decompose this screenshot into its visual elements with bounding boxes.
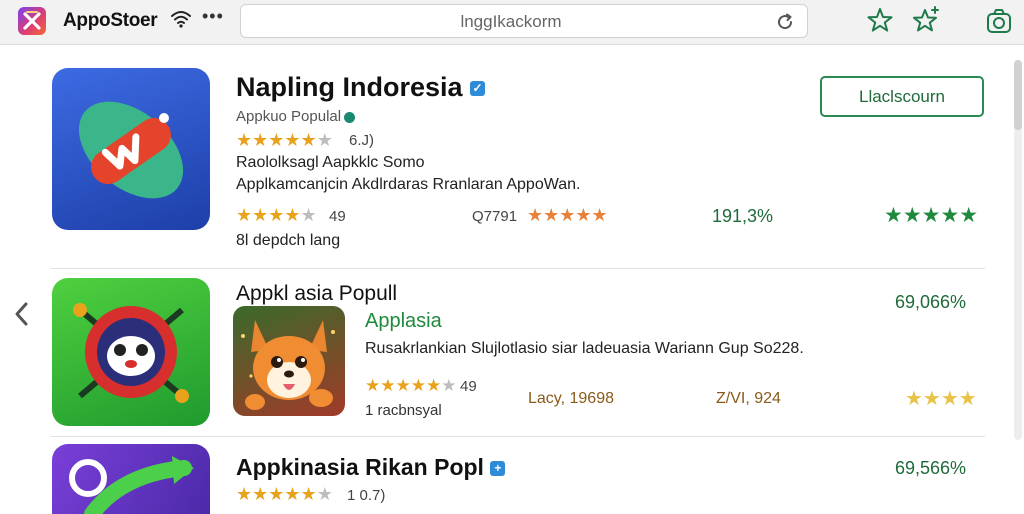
rating-percent: 69,566% bbox=[895, 458, 967, 478]
rating-count: 49 bbox=[329, 208, 346, 225]
app-subtitle: Appkuo Populal bbox=[236, 108, 356, 125]
reload-icon[interactable] bbox=[775, 12, 795, 37]
app-subtitle: Applasia bbox=[365, 310, 442, 332]
rating-stars-orange: ★★★★★ bbox=[527, 205, 608, 225]
rating-value: 49 bbox=[460, 378, 477, 395]
app-icon-popull[interactable] bbox=[52, 278, 210, 426]
verified-icon: + bbox=[490, 461, 506, 477]
description-line-2: Applkamcanjcin Akdlrdaras Rranlaran Appo… bbox=[236, 176, 581, 193]
app-subtitle-text: Appkuo Populal bbox=[236, 108, 342, 125]
star-add-icon[interactable] bbox=[912, 6, 940, 39]
rating-percent: 191,3% bbox=[712, 206, 774, 226]
app-tagline: 1 racbnsyal bbox=[365, 402, 442, 419]
rating-stars-green: ★★★★★ bbox=[884, 204, 979, 227]
meta-info: Lacy, 19698 bbox=[528, 390, 614, 407]
app-logo-icon[interactable] bbox=[18, 7, 46, 35]
verified-dot-icon bbox=[344, 111, 356, 123]
address-text: lnggIkackorm bbox=[460, 12, 562, 31]
more-menu-button[interactable]: ••• bbox=[202, 6, 224, 27]
description-line-1: Raololksagl Aapkklc Somo bbox=[236, 154, 425, 171]
app-title-text: Napling Indoresia bbox=[236, 72, 463, 102]
app-icon-rikan[interactable] bbox=[52, 444, 210, 514]
address-bar[interactable]: lnggIkackorm bbox=[240, 4, 808, 38]
app-name: AppoStoer bbox=[63, 10, 158, 31]
install-button[interactable]: Llaclscourn bbox=[820, 76, 984, 117]
app-title[interactable]: Appkinasia Rikan Popl + bbox=[236, 454, 506, 481]
row-divider bbox=[50, 436, 985, 437]
rating-stars: ★★★★★★ bbox=[236, 484, 333, 504]
camera-icon[interactable] bbox=[984, 6, 1014, 41]
top-bar: AppoStoer ••• lnggIkackorm bbox=[0, 0, 1024, 45]
rating-stars: ★★★★★★ bbox=[365, 376, 457, 395]
review-count: Q7791 bbox=[472, 208, 518, 225]
rating-value: 6.J) bbox=[349, 132, 375, 149]
wifi-icon bbox=[170, 10, 192, 33]
star-outline-icon[interactable] bbox=[866, 6, 894, 39]
app-description: Rusakrlankian Slujlotlasio siar ladeuasi… bbox=[365, 340, 804, 357]
back-arrow-icon[interactable] bbox=[12, 300, 32, 333]
app-icon-napling[interactable] bbox=[52, 68, 210, 230]
app-title[interactable]: Napling Indoresia ✓ bbox=[236, 72, 486, 103]
rating-stars-secondary: ★★★★★ bbox=[236, 205, 317, 225]
meta-info-secondary: Z/VI, 924 bbox=[716, 390, 781, 407]
fox-thumbnail[interactable] bbox=[233, 306, 345, 416]
rating-stars-pale: ★★★★ bbox=[905, 388, 977, 410]
rating-percent: 69,066% bbox=[895, 292, 967, 312]
row-divider bbox=[50, 268, 985, 269]
app-title-text: Appkinasia Rikan Popl bbox=[236, 454, 484, 480]
app-title[interactable]: Appkl asia Popull bbox=[236, 282, 397, 306]
rating-stars: ★★★★★★ bbox=[236, 130, 333, 150]
scrollbar-thumb[interactable] bbox=[1014, 60, 1022, 130]
rating-value: 1 0.7) bbox=[347, 487, 386, 504]
app-tagline: 8l depdch lang bbox=[236, 232, 341, 249]
verified-icon: ✓ bbox=[470, 81, 486, 97]
